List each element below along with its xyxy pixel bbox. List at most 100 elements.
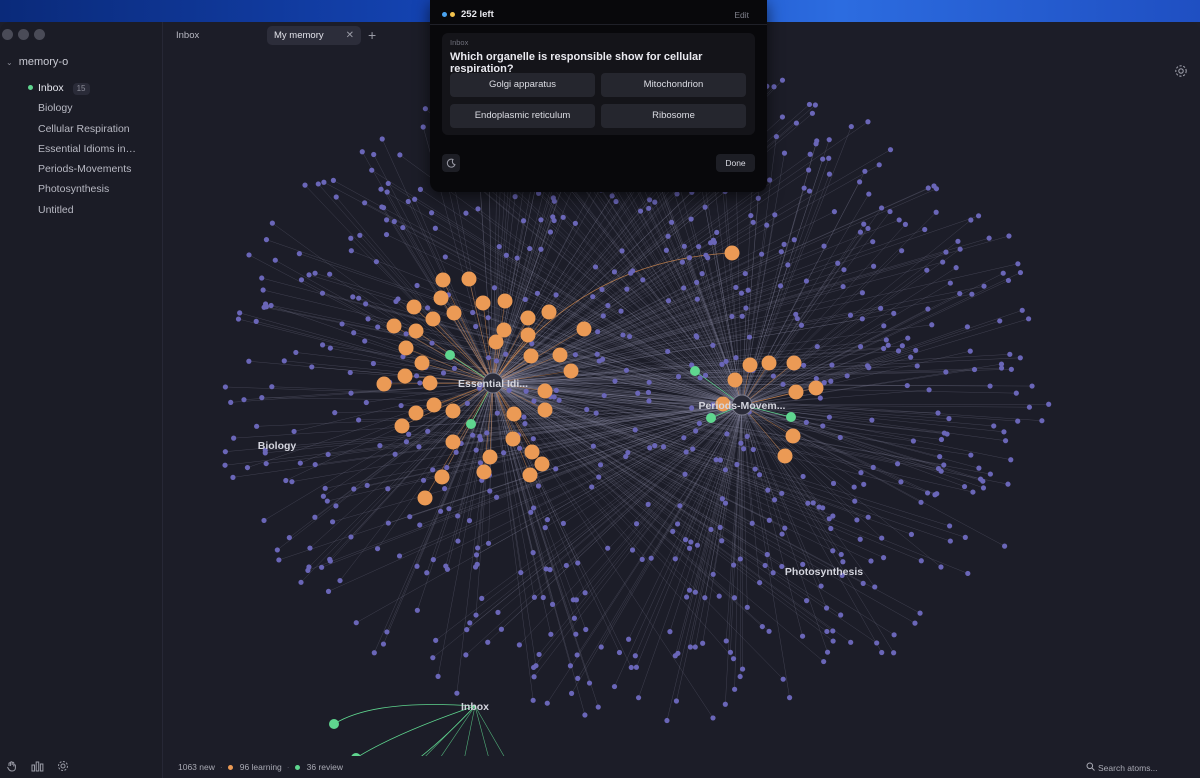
new-atom-node[interactable]	[810, 500, 816, 506]
learning-atom-node[interactable]	[408, 323, 424, 339]
new-atom-node[interactable]	[633, 521, 640, 527]
learning-atom-node[interactable]	[761, 355, 777, 371]
new-atom-node[interactable]	[645, 389, 652, 395]
new-atom-node[interactable]	[592, 264, 599, 270]
new-atom-node[interactable]	[663, 247, 669, 253]
new-atom-node[interactable]	[791, 237, 797, 243]
new-atom-node[interactable]	[272, 257, 278, 263]
new-atom-node[interactable]	[632, 653, 638, 659]
new-atom-node[interactable]	[618, 308, 624, 314]
new-atom-node[interactable]	[440, 370, 447, 376]
learning-atom-node[interactable]	[446, 305, 462, 321]
new-atom-node[interactable]	[722, 500, 729, 506]
new-atom-node[interactable]	[780, 676, 786, 682]
new-atom-node[interactable]	[420, 477, 427, 483]
new-atom-node[interactable]	[429, 340, 435, 346]
new-atom-node[interactable]	[785, 262, 791, 268]
new-atom-node[interactable]	[356, 295, 362, 301]
new-atom-node[interactable]	[977, 476, 984, 482]
new-atom-node[interactable]	[473, 447, 479, 453]
new-atom-node[interactable]	[716, 593, 722, 599]
new-atom-node[interactable]	[943, 369, 949, 375]
new-atom-node[interactable]	[582, 590, 588, 596]
new-atom-node[interactable]	[733, 284, 739, 290]
new-atom-node[interactable]	[575, 675, 581, 681]
new-atom-node[interactable]	[981, 283, 987, 289]
new-atom-node[interactable]	[675, 650, 681, 656]
new-atom-node[interactable]	[403, 331, 409, 337]
new-atom-node[interactable]	[560, 520, 566, 526]
new-atom-node[interactable]	[847, 312, 854, 318]
new-atom-node[interactable]	[528, 509, 534, 515]
new-atom-node[interactable]	[723, 358, 729, 364]
new-atom-node[interactable]	[222, 384, 228, 390]
new-atom-node[interactable]	[1001, 543, 1008, 549]
new-atom-node[interactable]	[700, 640, 706, 646]
new-atom-node[interactable]	[259, 275, 265, 281]
new-atom-node[interactable]	[414, 282, 420, 289]
new-atom-node[interactable]	[380, 641, 387, 647]
new-atom-node[interactable]	[305, 567, 311, 573]
new-atom-node[interactable]	[446, 506, 452, 512]
new-atom-node[interactable]	[947, 538, 953, 544]
new-atom-node[interactable]	[798, 322, 805, 328]
new-atom-node[interactable]	[970, 489, 976, 495]
new-atom-node[interactable]	[1005, 481, 1011, 487]
answer-option-3[interactable]: Endoplasmic reticulum	[450, 104, 595, 128]
new-atom-node[interactable]	[987, 471, 993, 477]
new-atom-node[interactable]	[383, 217, 390, 223]
new-atom-node[interactable]	[319, 342, 326, 348]
new-atom-node[interactable]	[567, 663, 574, 669]
new-atom-node[interactable]	[696, 243, 702, 250]
sidebar-item-periods-movements[interactable]: Periods-Movements	[0, 159, 138, 179]
new-atom-node[interactable]	[470, 432, 476, 438]
new-atom-node[interactable]	[385, 520, 391, 526]
new-atom-node[interactable]	[453, 449, 459, 455]
new-atom-node[interactable]	[840, 559, 846, 565]
done-button[interactable]: Done	[716, 154, 755, 172]
new-atom-node[interactable]	[553, 387, 559, 393]
new-atom-node[interactable]	[420, 124, 426, 130]
new-atom-node[interactable]	[714, 229, 720, 236]
learning-atom-node[interactable]	[461, 271, 477, 287]
new-atom-node[interactable]	[722, 701, 728, 707]
new-atom-node[interactable]	[1046, 401, 1052, 407]
new-atom-node[interactable]	[899, 343, 905, 349]
new-atom-node[interactable]	[702, 372, 709, 378]
new-atom-node[interactable]	[667, 629, 673, 635]
new-atom-node[interactable]	[487, 488, 493, 494]
new-atom-node[interactable]	[269, 220, 275, 226]
new-atom-node[interactable]	[861, 481, 867, 487]
new-atom-node[interactable]	[370, 360, 376, 367]
new-atom-node[interactable]	[652, 199, 658, 205]
new-atom-node[interactable]	[870, 239, 876, 245]
new-atom-node[interactable]	[805, 500, 811, 506]
learning-atom-node[interactable]	[785, 428, 801, 444]
new-atom-node[interactable]	[550, 214, 556, 220]
new-atom-node[interactable]	[733, 355, 739, 361]
new-atom-node[interactable]	[485, 315, 491, 321]
new-atom-node[interactable]	[383, 231, 390, 238]
new-atom-node[interactable]	[312, 461, 318, 468]
search-input[interactable]: Search atoms...	[1086, 762, 1190, 773]
new-atom-node[interactable]	[686, 587, 693, 593]
new-atom-node[interactable]	[962, 534, 968, 540]
new-atom-node[interactable]	[857, 229, 864, 235]
new-atom-node[interactable]	[601, 392, 607, 399]
new-atom-node[interactable]	[560, 214, 566, 220]
new-atom-node[interactable]	[520, 218, 527, 224]
new-atom-node[interactable]	[857, 344, 864, 350]
new-atom-node[interactable]	[531, 674, 537, 680]
new-atom-node[interactable]	[856, 179, 863, 185]
new-atom-node[interactable]	[933, 209, 939, 215]
learning-atom-node[interactable]	[788, 384, 804, 400]
new-atom-node[interactable]	[679, 259, 686, 265]
new-atom-node[interactable]	[583, 626, 589, 633]
new-atom-node[interactable]	[572, 220, 578, 226]
new-atom-node[interactable]	[467, 620, 473, 626]
new-atom-node[interactable]	[289, 479, 295, 485]
new-atom-node[interactable]	[619, 248, 625, 254]
hand-icon[interactable]	[6, 760, 18, 772]
new-atom-node[interactable]	[222, 449, 228, 455]
new-atom-node[interactable]	[363, 399, 369, 406]
